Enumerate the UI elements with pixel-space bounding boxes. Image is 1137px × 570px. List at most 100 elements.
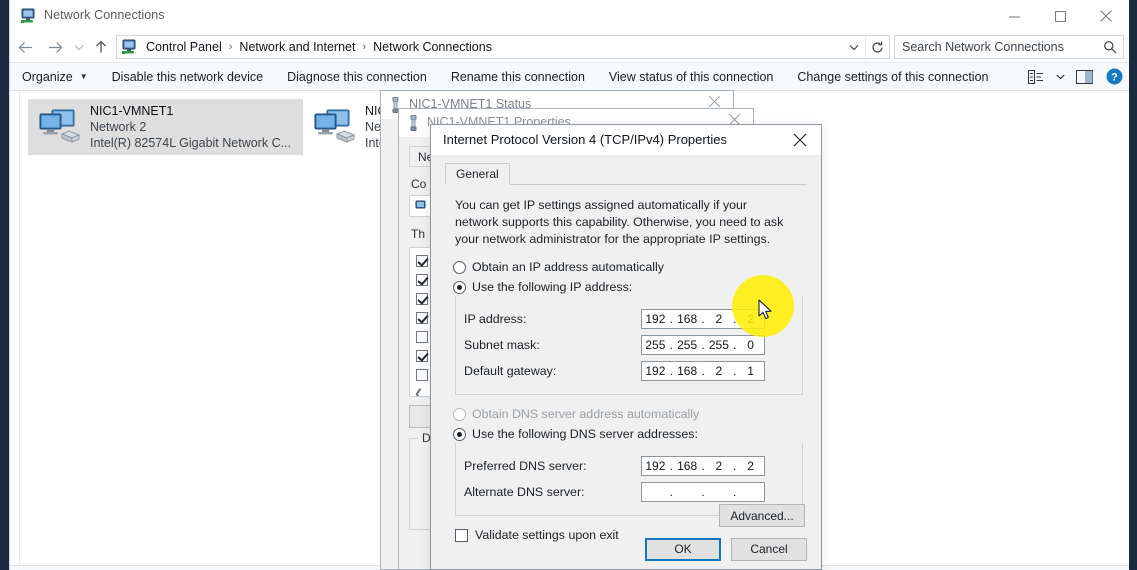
disable-network-device-button[interactable]: Disable this network device xyxy=(100,62,275,91)
close-icon[interactable] xyxy=(789,129,811,151)
gateway-octet-3[interactable]: 2 xyxy=(705,364,732,378)
preferred-dns-octet-1[interactable]: 192 xyxy=(642,459,669,473)
navigation-bar: Control Panel › Network and Internet › N… xyxy=(10,32,1129,62)
checkbox-icon[interactable] xyxy=(416,292,428,305)
preferred-dns-octet-2[interactable]: 168 xyxy=(674,459,701,473)
up-button[interactable] xyxy=(88,32,114,62)
ip-dot: . xyxy=(701,485,705,499)
default-gateway-label: Default gateway: xyxy=(464,364,557,378)
details-view-button[interactable] xyxy=(1073,566,1101,570)
diagnose-connection-button[interactable]: Diagnose this connection xyxy=(275,62,439,91)
command-bar: Organize ▼ Disable this network device D… xyxy=(10,62,1129,91)
alternate-dns-row: Alternate DNS server: . . . xyxy=(464,479,792,505)
recent-locations-button[interactable] xyxy=(70,32,88,62)
large-icons-view-button[interactable] xyxy=(1101,566,1129,570)
use-following-dns-label: Use the following DNS server addresses: xyxy=(472,427,698,441)
minimize-button[interactable] xyxy=(991,0,1037,32)
subnet-mask-input[interactable]: 255 . 255 . 255 . 0 xyxy=(641,335,765,355)
checkbox-icon[interactable] xyxy=(416,349,428,362)
view-status-button[interactable]: View status of this connection xyxy=(597,62,785,91)
preferred-dns-input[interactable]: 192 . 168 . 2 . 2 xyxy=(641,456,765,476)
ok-button[interactable]: OK xyxy=(645,537,721,561)
alternate-dns-input[interactable]: . . . xyxy=(641,482,765,502)
radio-icon[interactable] xyxy=(453,407,466,421)
connection-network: Network 2 xyxy=(90,120,147,134)
subnet-mask-row: Subnet mask: 255 . 255 . 255 . 0 xyxy=(464,332,792,358)
rename-connection-button[interactable]: Rename this connection xyxy=(439,62,597,91)
ip-octet-4[interactable]: 2 xyxy=(737,312,764,326)
checkbox-icon[interactable] xyxy=(416,254,428,267)
svg-text:?: ? xyxy=(1111,72,1118,84)
obtain-ip-automatically-label: Obtain an IP address automatically xyxy=(472,260,664,274)
forward-button[interactable] xyxy=(40,32,70,62)
ip-octet-1[interactable]: 192 xyxy=(642,312,669,326)
window-buttons xyxy=(991,0,1129,32)
ipv4-description: You can get IP settings assigned automat… xyxy=(455,198,784,246)
preferred-dns-octet-3[interactable]: 2 xyxy=(705,459,732,473)
window-title: Network Connections xyxy=(44,8,165,22)
ipv4-properties-dialog[interactable]: Internet Protocol Version 4 (TCP/IPv4) P… xyxy=(430,124,822,570)
obtain-dns-automatically-radio[interactable]: Obtain DNS server address automatically xyxy=(453,407,805,421)
subnet-octet-4[interactable]: 0 xyxy=(737,338,764,352)
breadcrumb[interactable]: Control Panel › Network and Internet › N… xyxy=(116,35,890,59)
chevron-down-icon[interactable] xyxy=(843,36,865,58)
checkbox-icon[interactable] xyxy=(416,368,428,381)
preferred-dns-octet-4[interactable]: 2 xyxy=(737,459,764,473)
list-item[interactable]: NIC1-VMNET1 Network 2 Intel(R) 82574L Gi… xyxy=(28,99,303,155)
close-button[interactable] xyxy=(1083,0,1129,32)
preview-pane-icon[interactable] xyxy=(1069,62,1099,91)
checkbox-icon[interactable] xyxy=(416,330,428,343)
breadcrumb-separator[interactable]: › xyxy=(358,41,370,53)
maximize-button[interactable] xyxy=(1037,0,1083,32)
gateway-octet-1[interactable]: 192 xyxy=(642,364,669,378)
checkbox-icon[interactable] xyxy=(416,273,428,286)
breadcrumb-item-control-panel[interactable]: Control Panel xyxy=(143,40,225,54)
ip-octet-2[interactable]: 168 xyxy=(674,312,701,326)
subnet-octet-2[interactable]: 255 xyxy=(674,338,701,352)
help-icon[interactable]: ? xyxy=(1099,62,1129,91)
ipv4-tab-strip: General xyxy=(445,163,807,185)
refresh-icon[interactable] xyxy=(865,36,889,58)
radio-icon[interactable] xyxy=(453,280,466,294)
change-settings-button[interactable]: Change settings of this connection xyxy=(785,62,1000,91)
navigation-pane xyxy=(10,91,20,565)
subnet-octet-3[interactable]: 255 xyxy=(705,338,732,352)
breadcrumb-item-network-and-internet[interactable]: Network and Internet xyxy=(236,40,358,54)
adapter-mini-icon xyxy=(415,199,429,213)
search-input[interactable]: Search Network Connections xyxy=(894,35,1124,59)
ipv4-dialog-footer: OK Cancel xyxy=(431,529,821,569)
radio-icon[interactable] xyxy=(453,427,466,441)
use-following-ip-radio[interactable]: Use the following IP address: xyxy=(453,280,805,294)
gateway-octet-2[interactable]: 168 xyxy=(674,364,701,378)
breadcrumb-separator[interactable]: › xyxy=(225,41,237,53)
manual-ip-fieldset: IP address: 192 . 168 . 2 . 2 Subnet mas… xyxy=(455,296,803,395)
checkbox-icon[interactable] xyxy=(416,311,428,324)
view-options-chevron-icon[interactable] xyxy=(1051,62,1069,91)
ipv4-dialog-body: General You can get IP settings assigned… xyxy=(431,155,821,542)
use-following-dns-radio[interactable]: Use the following DNS server addresses: xyxy=(453,427,805,441)
obtain-dns-automatically-label: Obtain DNS server address automatically xyxy=(472,407,700,421)
ip-address-input[interactable]: 192 . 168 . 2 . 2 xyxy=(641,309,765,329)
gateway-octet-4[interactable]: 1 xyxy=(737,364,764,378)
connection-details: NIC1-VMNET1 Network 2 Intel(R) 82574L Gi… xyxy=(90,103,291,151)
back-button[interactable] xyxy=(10,32,40,62)
obtain-ip-automatically-radio[interactable]: Obtain an IP address automatically xyxy=(453,260,805,274)
ipv4-dialog-title: Internet Protocol Version 4 (TCP/IPv4) P… xyxy=(443,132,727,147)
network-adapter-icon xyxy=(38,107,82,147)
default-gateway-input[interactable]: 192 . 168 . 2 . 1 xyxy=(641,361,765,381)
window-right-edge xyxy=(1129,0,1137,570)
organize-menu[interactable]: Organize ▼ xyxy=(10,62,100,91)
tab-general[interactable]: General xyxy=(445,163,510,185)
general-tab-panel: You can get IP settings assigned automat… xyxy=(445,185,807,542)
ip-dot: . xyxy=(669,485,673,499)
search-icon[interactable] xyxy=(1097,40,1123,54)
radio-icon[interactable] xyxy=(453,260,466,274)
breadcrumb-item-network-connections[interactable]: Network Connections xyxy=(370,40,495,54)
ip-octet-3[interactable]: 2 xyxy=(705,312,732,326)
advanced-button[interactable]: Advanced... xyxy=(719,504,805,527)
view-options-icon[interactable] xyxy=(1021,62,1051,91)
use-following-ip-label: Use the following IP address: xyxy=(472,280,633,294)
cancel-button[interactable]: Cancel xyxy=(731,537,807,561)
organize-label: Organize xyxy=(22,69,73,84)
subnet-octet-1[interactable]: 255 xyxy=(642,338,669,352)
